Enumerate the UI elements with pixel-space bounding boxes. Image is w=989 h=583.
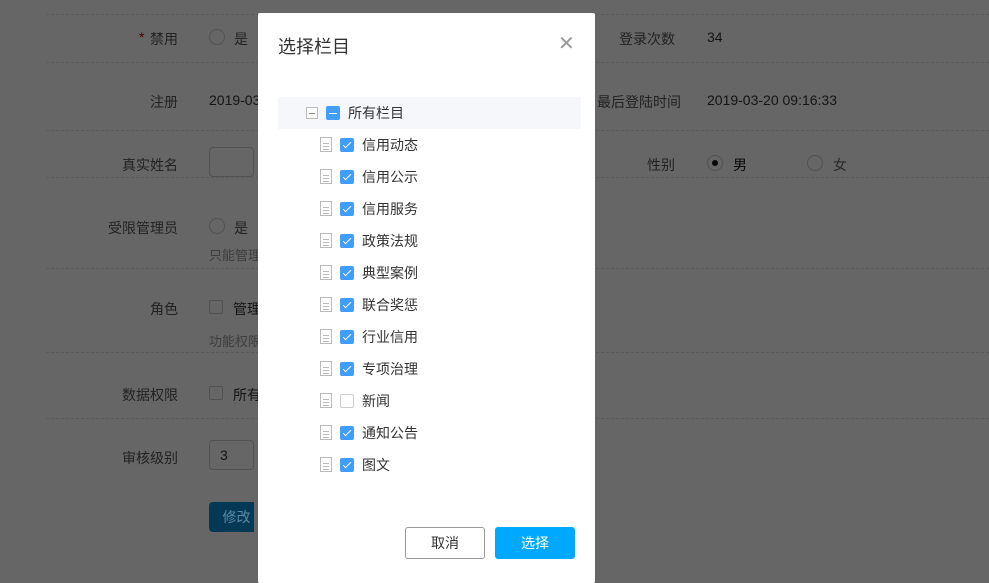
submit-button[interactable]: 修改 (209, 502, 254, 532)
label-real-name: 真实姓名 (122, 157, 178, 173)
tree-node-root[interactable]: 所有栏目 (278, 97, 581, 129)
real-name-input[interactable] (209, 147, 254, 177)
tree-checkbox[interactable] (340, 330, 354, 344)
document-icon (320, 457, 332, 472)
checkbox-data-perm-all[interactable] (209, 386, 223, 400)
radio-label-female: 女 (833, 157, 847, 173)
tree-node-label: 图文 (362, 457, 390, 473)
radio-gender-male[interactable] (707, 155, 723, 171)
radio-label-male: 男 (733, 157, 747, 173)
tree-checkbox[interactable] (340, 458, 354, 472)
label-last-login: 最后登陆时间 (597, 94, 681, 110)
tree-node-label: 信用服务 (362, 201, 418, 217)
tree-node-item[interactable]: 信用动态 (278, 129, 581, 161)
label-register: 注册 (150, 94, 178, 110)
tree-checkbox[interactable] (340, 298, 354, 312)
tree-node-item[interactable]: 联合奖惩 (278, 289, 581, 321)
tree-checkbox[interactable] (340, 138, 354, 152)
tree-node-label: 通知公告 (362, 425, 418, 441)
tree-node-item[interactable]: 信用服务 (278, 193, 581, 225)
tree-checkbox[interactable] (340, 266, 354, 280)
login-count-value: 34 (707, 29, 723, 45)
tree-node-item[interactable]: 图文 (278, 449, 581, 481)
tree-checkbox-root[interactable] (326, 106, 340, 120)
cancel-button[interactable]: 取消 (405, 527, 485, 559)
tree-checkbox[interactable] (340, 170, 354, 184)
tree-checkbox[interactable] (340, 202, 354, 216)
radio-label: 是 (234, 31, 248, 47)
checkbox-label: 所有 (233, 387, 261, 403)
tree-node-label: 所有栏目 (348, 105, 404, 121)
label-review-level: 审核级别 (122, 450, 178, 466)
register-value: 2019-03 (209, 92, 261, 108)
tree-node-label: 新闻 (362, 393, 390, 409)
label-data-perm: 数据权限 (122, 387, 178, 403)
close-icon[interactable]: ✕ (558, 31, 575, 56)
radio-disabled-yes[interactable] (209, 29, 225, 45)
select-column-dialog: 选择栏目 ✕ 所有栏目 信用动态信用公示信用服务政策法规典型案例联合奖惩行业信用… (258, 13, 595, 583)
tree-node-item[interactable]: 信用公示 (278, 161, 581, 193)
radio-gender-female[interactable] (807, 155, 823, 171)
tree-node-label: 联合奖惩 (362, 297, 418, 313)
required-mark: * (139, 29, 145, 45)
last-login-value: 2019-03-20 09:16:33 (707, 92, 837, 108)
document-icon (320, 329, 332, 344)
tree-checkbox[interactable] (340, 394, 354, 408)
limited-admin-hint: 只能管理 (209, 248, 262, 263)
tree-node-item[interactable]: 新闻 (278, 385, 581, 417)
tree-node-item[interactable]: 通知公告 (278, 417, 581, 449)
document-icon (320, 297, 332, 312)
document-icon (320, 425, 332, 440)
tree-node-item[interactable]: 专项治理 (278, 353, 581, 385)
checkbox-label: 管理 (233, 301, 261, 317)
tree-checkbox[interactable] (340, 362, 354, 376)
document-icon (320, 201, 332, 216)
label-gender: 性别 (647, 157, 675, 173)
radio-label: 是 (234, 220, 248, 236)
label-disabled: 禁用 (150, 31, 178, 47)
role-hint: 功能权限 (209, 334, 262, 349)
document-icon (320, 169, 332, 184)
radio-limited-admin-yes[interactable] (209, 218, 225, 234)
tree-node-label: 专项治理 (362, 361, 418, 377)
confirm-button[interactable]: 选择 (495, 527, 575, 559)
label-login-count: 登录次数 (619, 31, 675, 47)
review-level-input[interactable]: 3 (209, 440, 254, 470)
dialog-title: 选择栏目 (278, 37, 350, 57)
collapse-icon[interactable] (306, 107, 318, 119)
tree-checkbox[interactable] (340, 234, 354, 248)
tree-node-label: 政策法规 (362, 233, 418, 249)
tree-node-label: 信用公示 (362, 169, 418, 185)
checkbox-role-admin[interactable] (209, 300, 223, 314)
tree-node-label: 行业信用 (362, 329, 418, 345)
label-limited-admin: 受限管理员 (108, 220, 178, 236)
tree-node-label: 信用动态 (362, 137, 418, 153)
document-icon (320, 137, 332, 152)
document-icon (320, 265, 332, 280)
document-icon (320, 361, 332, 376)
tree-node-label: 典型案例 (362, 265, 418, 281)
document-icon (320, 233, 332, 248)
tree-node-item[interactable]: 政策法规 (278, 225, 581, 257)
label-role: 角色 (150, 301, 178, 317)
tree-checkbox[interactable] (340, 426, 354, 440)
document-icon (320, 393, 332, 408)
tree-node-item[interactable]: 行业信用 (278, 321, 581, 353)
tree-node-item[interactable]: 典型案例 (278, 257, 581, 289)
